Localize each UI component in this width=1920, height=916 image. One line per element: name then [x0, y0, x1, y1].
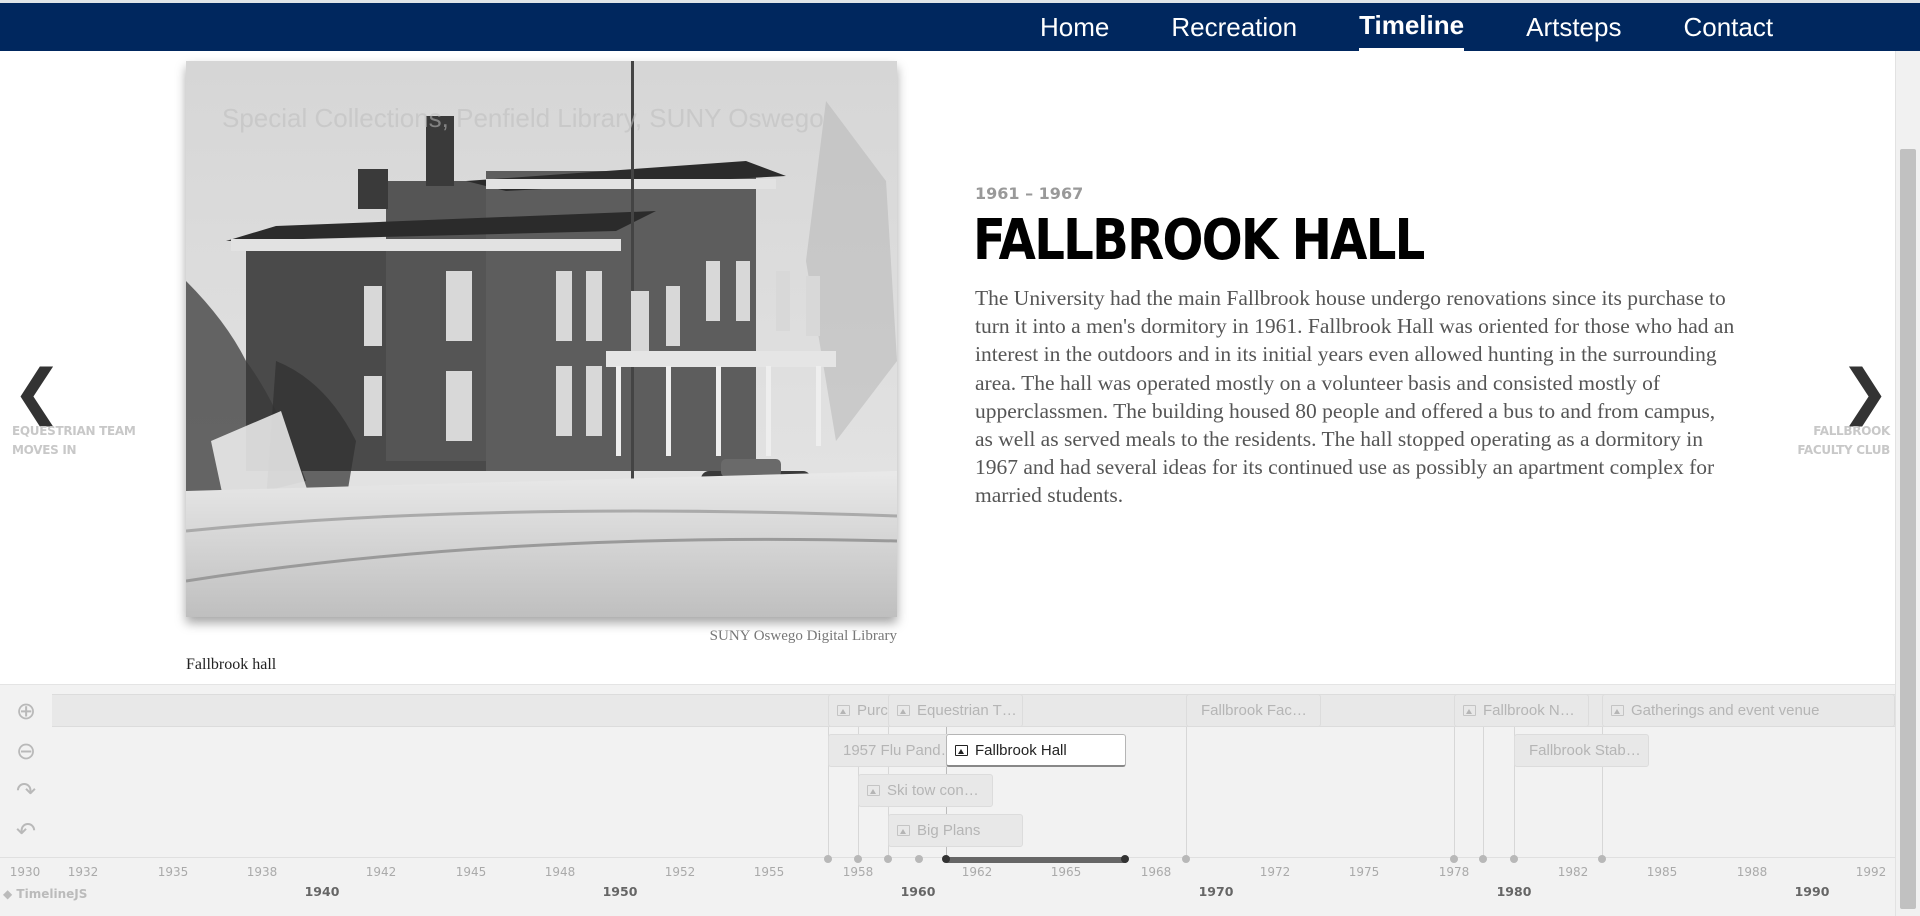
timeline-navigator: Purc… Equestrian T… Fallbrook Fac… Fallb… [0, 684, 1895, 916]
tick-label: 1992 [1855, 865, 1887, 879]
marker-line [1483, 727, 1484, 857]
tick-label: 1968 [1140, 865, 1172, 879]
next-slide-label: FALLBROOK FACULTY CLUB [1797, 424, 1890, 457]
timeline-dot [1182, 855, 1190, 863]
chevron-left-icon: ❮ [12, 357, 63, 427]
timeline-dot [915, 855, 923, 863]
slide-photo: Special Collections, Penfield Library, S… [186, 61, 897, 617]
timeline-dot-active [942, 855, 950, 863]
timeline-marker[interactable]: Equestrian T… [888, 694, 1023, 727]
page-scrollbar[interactable] [1895, 51, 1920, 916]
tick-label: 1962 [961, 865, 993, 879]
tick-label: 1945 [455, 865, 487, 879]
tick-label: 1978 [1438, 865, 1470, 879]
timeline-dot [824, 855, 832, 863]
tick-label: 1972 [1259, 865, 1291, 879]
photo-watermark: Special Collections, Penfield Library, S… [222, 103, 824, 133]
timeline-dot [1479, 855, 1487, 863]
tick-label: 1935 [157, 865, 189, 879]
nav-artsteps-link[interactable]: Artsteps [1526, 3, 1621, 51]
slide-date: 1961 – 1967 [975, 184, 1084, 203]
tick-label: 1932 [67, 865, 99, 879]
tick-label: 1958 [842, 865, 874, 879]
timeline-marker[interactable]: Fallbrook Stab… [1514, 734, 1649, 767]
tick-label-major: 1950 [602, 884, 638, 899]
fallbrook-hall-photo [186, 61, 897, 617]
image-icon [867, 785, 880, 796]
timeline-marker[interactable]: Fallbrook N… [1454, 694, 1589, 727]
timeline-dot [1510, 855, 1518, 863]
redo-icon[interactable]: ↷ [12, 777, 40, 805]
tick-label-major: 1970 [1198, 884, 1234, 899]
image-icon [837, 705, 850, 716]
image-icon [955, 745, 968, 756]
tick-label: 1930 [9, 865, 41, 879]
timeline-marker-fallbrook-hall[interactable]: Fallbrook Hall [946, 734, 1126, 767]
tick-label-major: 1960 [900, 884, 936, 899]
tick-label: 1955 [753, 865, 785, 879]
marker-line [1186, 727, 1187, 857]
nav-timeline-link[interactable]: Timeline [1359, 3, 1465, 51]
nav-recreation-link[interactable]: Recreation [1171, 3, 1297, 51]
timeline-marker[interactable]: Gatherings and event venue [1602, 694, 1895, 727]
active-range-bar [946, 857, 1126, 863]
tick-label: 1982 [1557, 865, 1589, 879]
tick-label-major: 1980 [1496, 884, 1532, 899]
timeline-marker[interactable]: Purc… [828, 694, 896, 727]
previous-slide-label: EQUESTRIAN TEAM MOVES IN [12, 424, 136, 457]
tick-label: 1965 [1050, 865, 1082, 879]
timeline-marker[interactable]: Ski tow con… [858, 774, 993, 807]
timeline-marker[interactable]: 1957 Flu Pand… [828, 734, 950, 767]
image-icon [897, 825, 910, 836]
tick-label: 1985 [1646, 865, 1678, 879]
zoom-in-icon[interactable]: ⊕ [12, 697, 40, 725]
previous-slide-button[interactable]: ❮ EQUESTRIAN TEAM MOVES IN [12, 362, 152, 460]
timelinejs-logo[interactable]: ◆ TimelineJS [3, 887, 87, 901]
photo-caption: Fallbrook hall [186, 656, 277, 673]
diamond-icon: ◆ [3, 887, 13, 901]
zoom-out-icon[interactable]: ⊖ [12, 737, 40, 765]
photo-credit: SUNY Oswego Digital Library [709, 628, 897, 644]
timeline-dot [1598, 855, 1606, 863]
tick-label: 1988 [1736, 865, 1768, 879]
image-icon [897, 705, 910, 716]
timeline-dot [854, 855, 862, 863]
nav-contact-link[interactable]: Contact [1683, 3, 1773, 51]
tick-label-major: 1990 [1794, 884, 1830, 899]
tick-label: 1938 [246, 865, 278, 879]
timeline-dot [884, 855, 892, 863]
marker-line [1454, 727, 1455, 857]
timeline-marker[interactable]: Fallbrook Fac… [1186, 694, 1321, 727]
tick-label: 1952 [664, 865, 696, 879]
undo-icon[interactable]: ↶ [12, 817, 40, 845]
main-nav: Home Recreation Timeline Artsteps Contac… [1040, 3, 1835, 51]
tick-label-major: 1940 [304, 884, 340, 899]
slide-text: The University had the main Fallbrook ho… [975, 286, 1735, 508]
tick-label: 1942 [365, 865, 397, 879]
timeline-marker[interactable]: Big Plans [888, 814, 1023, 847]
chevron-right-icon: ❯ [1839, 357, 1890, 427]
top-navigation-bar: Home Recreation Timeline Artsteps Contac… [0, 0, 1920, 51]
timeline-dot [1450, 855, 1458, 863]
tick-label: 1948 [544, 865, 576, 879]
slide-headline: FALLBROOK HALL [973, 208, 1425, 273]
scrollbar-thumb[interactable] [1900, 149, 1916, 909]
next-slide-button[interactable]: ❯ FALLBROOK FACULTY CLUB [1790, 362, 1890, 460]
image-icon [1463, 705, 1476, 716]
tick-label: 1975 [1348, 865, 1380, 879]
image-icon [1611, 705, 1624, 716]
nav-home-link[interactable]: Home [1040, 3, 1109, 51]
timeline-dot-active [1121, 855, 1129, 863]
